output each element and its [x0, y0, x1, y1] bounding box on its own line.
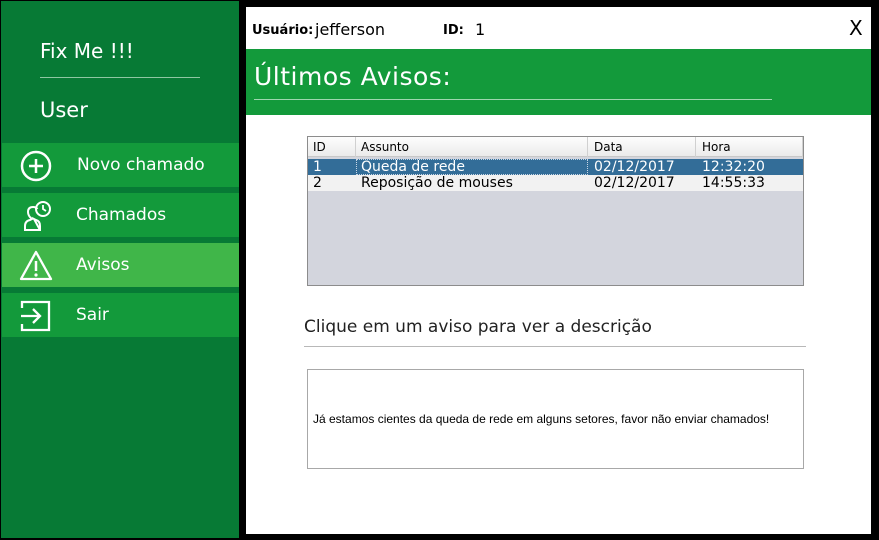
- exit-icon: [19, 299, 53, 333]
- cell-hora: 12:32:20: [702, 159, 765, 175]
- user-label: User: [40, 98, 88, 122]
- brand-divider: [40, 77, 200, 78]
- cell-hora: 14:55:33: [702, 175, 765, 191]
- nav-avisos[interactable]: Avisos: [2, 243, 239, 287]
- close-button[interactable]: X: [849, 16, 863, 40]
- column-header-hora[interactable]: Hora: [697, 137, 803, 157]
- nav-sair[interactable]: Sair: [2, 293, 239, 337]
- usuario-value: jefferson: [315, 20, 385, 39]
- id-value: 1: [475, 20, 486, 39]
- nav-novo-chamado[interactable]: Novo chamado: [2, 143, 239, 187]
- plus-circle-icon: [19, 149, 53, 183]
- usuario-label: Usuário:: [252, 23, 314, 38]
- banner: Últimos Avisos:: [246, 49, 871, 115]
- page-title: Últimos Avisos:: [254, 62, 452, 91]
- cell-assunto: Reposição de mouses: [361, 175, 513, 191]
- table-row[interactable]: 1 Queda de rede 02/12/2017 12:32:20: [308, 159, 803, 175]
- id-label: ID:: [443, 23, 464, 38]
- top-bar: Usuário: jefferson ID: 1 X: [246, 7, 871, 49]
- description-box[interactable]: Já estamos cientes da queda de rede em a…: [307, 369, 804, 469]
- nav-label: Chamados: [76, 205, 167, 225]
- nav-chamados[interactable]: Chamados: [2, 193, 239, 237]
- description-text: Já estamos cientes da queda de rede em a…: [313, 412, 770, 426]
- app-brand: Fix Me !!!: [40, 39, 134, 63]
- person-clock-icon: [19, 199, 53, 233]
- cell-data: 02/12/2017: [594, 159, 675, 175]
- avisos-table[interactable]: ID Assunto Data Hora 1 Queda de rede 02/…: [307, 136, 804, 286]
- column-header-id[interactable]: ID: [308, 137, 356, 157]
- cell-id: 2: [313, 175, 322, 191]
- column-header-data[interactable]: Data: [589, 137, 696, 157]
- table-header: ID Assunto Data Hora: [308, 137, 803, 157]
- cell-assunto: Queda de rede: [356, 159, 588, 175]
- table-row[interactable]: 2 Reposição de mouses 02/12/2017 14:55:3…: [308, 175, 803, 191]
- nav-label: Sair: [76, 305, 109, 325]
- main-window: Usuário: jefferson ID: 1 X Últimos Aviso…: [246, 7, 871, 534]
- hint-text: Clique em um aviso para ver a descrição: [304, 317, 652, 337]
- hint-divider: [304, 346, 806, 347]
- banner-divider: [254, 99, 772, 100]
- nav-label: Avisos: [76, 255, 130, 275]
- sidebar: Fix Me !!! User Novo chamado Chamados Av…: [1, 1, 239, 538]
- cell-data: 02/12/2017: [594, 175, 675, 191]
- nav-label: Novo chamado: [77, 155, 205, 175]
- cell-id: 1: [313, 159, 322, 175]
- warning-triangle-icon: [19, 249, 53, 283]
- column-header-assunto[interactable]: Assunto: [356, 137, 588, 157]
